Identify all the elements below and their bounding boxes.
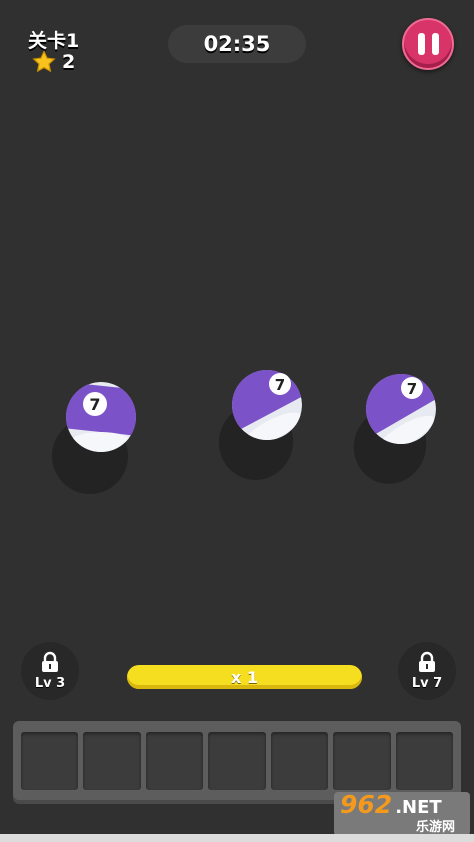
tray-slot[interactable] (83, 731, 141, 790)
watermark-suffix: .NET (395, 796, 442, 818)
pool-ball[interactable]: 7 (364, 372, 438, 446)
tray-slot[interactable] (270, 731, 329, 790)
bottom-strip (0, 834, 474, 842)
pool-ball[interactable]: 7 (64, 380, 138, 454)
pause-icon (417, 33, 425, 55)
multiplier-bar[interactable]: x 1 (127, 665, 362, 689)
lock-level-label: Lv 7 (411, 676, 443, 691)
ball-number: 7 (275, 376, 285, 394)
timer: 02:35 (168, 25, 306, 63)
watermark-logo: 962 .NET 乐游网 (334, 792, 470, 836)
ball-number: 7 (89, 395, 100, 414)
tray-slot[interactable] (21, 731, 79, 790)
tray-slot[interactable] (208, 731, 266, 790)
pause-button[interactable] (402, 18, 454, 70)
star-icon (32, 50, 56, 73)
tray-slot[interactable] (333, 731, 391, 790)
tray-slot[interactable] (395, 731, 453, 790)
pool-ball[interactable]: 7 (230, 368, 304, 442)
ball-tray (13, 721, 461, 800)
lock-level-label: Lv 3 (34, 676, 66, 691)
locked-booster-left[interactable]: Lv 3 (21, 642, 79, 700)
level-label: 关卡1 (28, 30, 80, 52)
lock-icon (42, 651, 58, 672)
lock-icon (419, 651, 435, 672)
timer-text: 02:35 (203, 32, 271, 56)
watermark-subtitle: 乐游网 (416, 819, 456, 835)
multiplier-label: x 1 (230, 667, 259, 687)
ball-number: 7 (407, 380, 417, 398)
star-count: 2 (62, 51, 76, 73)
locked-booster-right[interactable]: Lv 7 (398, 642, 456, 700)
tray-slot[interactable] (145, 731, 204, 790)
star-counter: 2 (32, 50, 75, 74)
watermark-number: 962 (340, 789, 393, 819)
